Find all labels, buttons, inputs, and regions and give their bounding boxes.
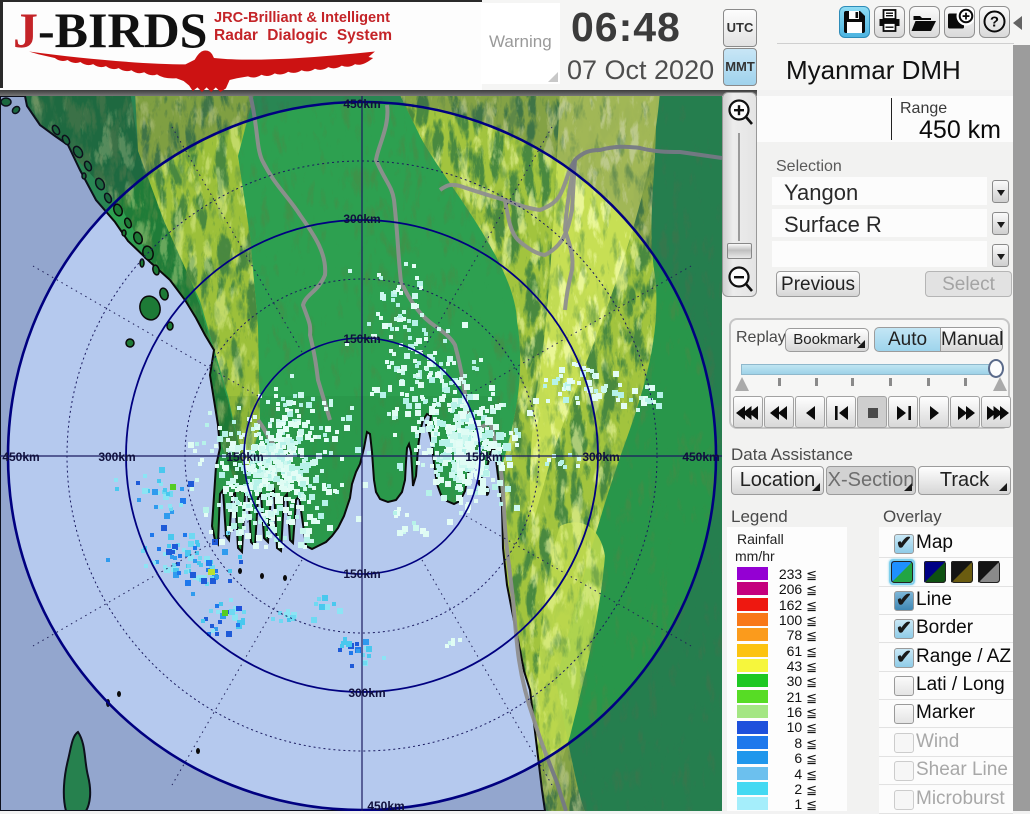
svg-text:450km: 450km [682,450,719,464]
svg-text:450km: 450km [343,97,380,111]
svg-text:150km: 150km [343,567,380,581]
svg-text:300km: 300km [348,686,385,700]
svg-text:150km: 150km [465,450,502,464]
svg-text:450km: 450km [2,450,39,464]
svg-text:?: ? [990,14,999,31]
svg-text:450km: 450km [367,799,404,811]
svg-text:150km: 150km [343,332,380,346]
svg-text:300km: 300km [343,212,380,226]
svg-text:150km: 150km [226,450,263,464]
svg-text:300km: 300km [582,450,619,464]
svg-text:300km: 300km [98,450,135,464]
